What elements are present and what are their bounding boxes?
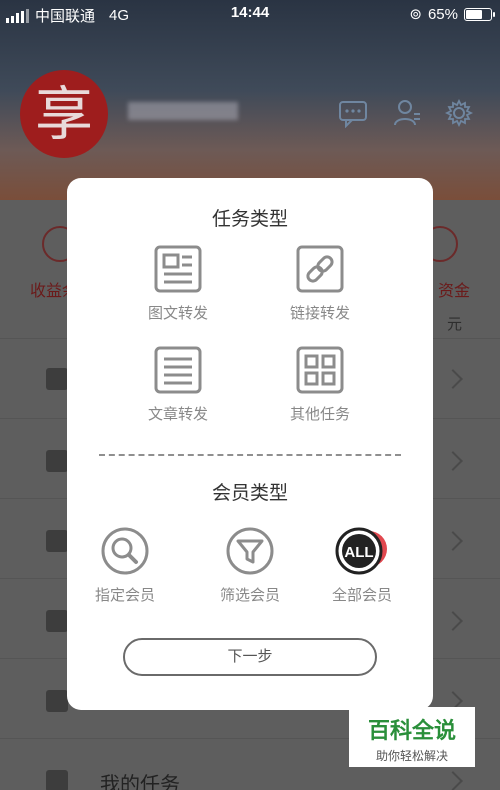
search-icon bbox=[101, 527, 149, 575]
option-label: 指定会员 bbox=[94, 587, 155, 604]
settings-gear-icon[interactable] bbox=[444, 98, 474, 128]
option-label: 其他任务 bbox=[289, 406, 350, 423]
battery-percent: 65% bbox=[427, 5, 458, 23]
person-icon bbox=[46, 610, 68, 632]
option-label: 全部会员 bbox=[331, 587, 392, 604]
grid-icon bbox=[296, 346, 344, 394]
watermark-subtitle: 助你轻松解决 bbox=[375, 749, 448, 763]
funds-label[interactable]: 资金 bbox=[438, 277, 470, 301]
watermark-title: 百科全说 bbox=[367, 718, 456, 743]
currency-unit: 元 bbox=[446, 316, 462, 333]
link-icon bbox=[296, 245, 344, 293]
option-filter-member[interactable]: 筛选会员 bbox=[185, 526, 315, 605]
task-check-icon bbox=[46, 770, 68, 790]
option-other-tasks[interactable]: 其他任务 bbox=[255, 345, 385, 424]
status-bar: 中国联通 4G 14:44 ⊚ 65% bbox=[0, 0, 500, 28]
option-label: 文章转发 bbox=[147, 406, 208, 423]
option-specified-member[interactable]: 指定会员 bbox=[60, 526, 190, 605]
option-image-text-forward[interactable]: 图文转发 bbox=[113, 244, 243, 323]
section-divider bbox=[99, 454, 401, 456]
option-label: 筛选会员 bbox=[219, 587, 280, 604]
option-all-members[interactable]: ALL 全部会员 bbox=[297, 526, 427, 605]
menu-item-my-tasks[interactable]: 我的任务 bbox=[100, 768, 180, 790]
all-members-icon: ALL bbox=[335, 527, 387, 575]
chevron-right-icon bbox=[443, 369, 463, 389]
battery-icon bbox=[464, 7, 495, 21]
rotation-lock-icon: ⊚ bbox=[409, 6, 422, 23]
edit-icon bbox=[46, 690, 68, 712]
chevron-right-icon bbox=[443, 531, 463, 551]
user-profile-icon[interactable] bbox=[392, 98, 422, 128]
next-step-button[interactable]: 下一步 bbox=[123, 638, 377, 676]
folder-icon bbox=[46, 450, 68, 472]
option-label: 图文转发 bbox=[147, 305, 208, 322]
option-article-forward[interactable]: 文章转发 bbox=[113, 345, 243, 424]
username-blurred bbox=[128, 102, 238, 120]
filter-icon bbox=[226, 527, 274, 575]
svg-text:ALL: ALL bbox=[344, 544, 373, 561]
image-text-icon bbox=[154, 245, 202, 293]
option-link-forward[interactable]: 链接转发 bbox=[255, 244, 385, 323]
baike-watermark-logo: 百科全说 助你轻松解决 bbox=[349, 707, 475, 767]
task-type-title: 任务类型 bbox=[211, 209, 288, 230]
member-type-title: 会员类型 bbox=[211, 483, 288, 504]
avatar[interactable]: 享 bbox=[20, 70, 108, 158]
option-label: 链接转发 bbox=[289, 305, 350, 322]
chevron-right-icon bbox=[443, 611, 463, 631]
task-type-dialog: 任务类型 图文转发 链接转发 文章转发 其他任务 会员类型 指定会员 筛选会员 … bbox=[67, 178, 433, 710]
chevron-right-icon bbox=[443, 771, 463, 790]
menu-row-icon bbox=[46, 368, 68, 390]
chevron-right-icon bbox=[443, 451, 463, 471]
article-icon bbox=[154, 346, 202, 394]
message-icon[interactable] bbox=[338, 98, 368, 128]
profile-header: 享 bbox=[0, 0, 500, 200]
